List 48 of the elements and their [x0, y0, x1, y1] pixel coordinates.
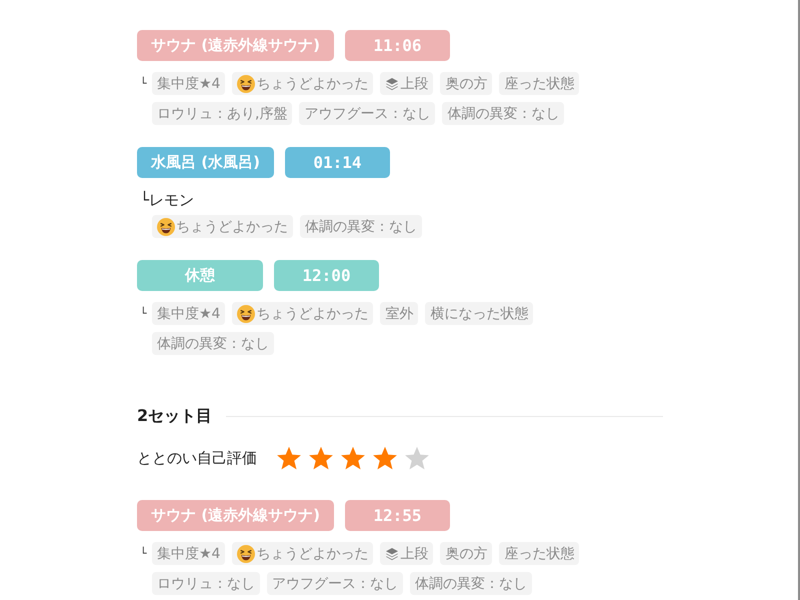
duration-label: 01:14	[284, 147, 390, 178]
star-icon	[372, 446, 398, 470]
step-type-label: サウナ (遠赤外線サウナ)	[137, 500, 334, 531]
tag: 体調の異変：なし	[152, 332, 274, 355]
star-icon	[308, 446, 334, 470]
tag-text: ちょうどよかった	[256, 544, 368, 562]
branch-mark: └	[139, 546, 148, 562]
tag-text: 上段	[400, 544, 428, 562]
branch-mark: └	[139, 306, 148, 322]
laughing-face-icon	[237, 74, 256, 92]
set-title: 2セット目	[137, 406, 212, 426]
tag: 座った状態	[499, 72, 580, 95]
rating-label: ととのい自己評価	[137, 448, 258, 468]
duration-label: 11:06	[344, 30, 450, 61]
tag: 室外	[380, 302, 418, 325]
tag: 集中度★4	[152, 72, 226, 95]
laughing-face-icon	[237, 544, 256, 562]
duration-label: 12:00	[274, 260, 379, 291]
layers-icon	[385, 76, 400, 90]
tag-text: ちょうどよかった	[256, 304, 368, 322]
tag: 体調の異変：なし	[410, 572, 532, 595]
tag: アウフグース：なし	[267, 572, 403, 595]
tag: 体調の異変：なし	[442, 102, 564, 125]
tag: 体調の異変：なし	[300, 215, 422, 238]
tag-text: ちょうどよかった	[256, 74, 368, 92]
tag: 集中度★4	[152, 302, 226, 325]
tag: アウフグース：なし	[299, 102, 436, 125]
tag: 座った状態	[499, 542, 580, 565]
tag: 横になった状態	[425, 302, 534, 325]
step-type-label: 休憩	[137, 260, 263, 291]
tag: 集中度★4	[152, 542, 226, 565]
laughing-face-icon	[157, 218, 175, 236]
note-text: └レモン	[140, 190, 194, 210]
star-icon	[404, 446, 430, 470]
step-type-label: 水風呂 (水風呂)	[137, 147, 274, 178]
star-icon	[340, 446, 366, 470]
tag: ロウリュ：あり,序盤	[152, 102, 292, 125]
tag: 奥の方	[440, 72, 492, 95]
tag: 奥の方	[440, 542, 492, 565]
laughing-face-icon	[237, 304, 256, 322]
layers-icon	[385, 546, 400, 560]
step-type-label: サウナ (遠赤外線サウナ)	[137, 30, 334, 61]
branch-mark: └	[139, 76, 148, 92]
duration-label: 12:55	[344, 500, 450, 531]
tag: ロウリュ：なし	[152, 572, 260, 595]
tag-text: ちょうどよかった	[176, 218, 288, 236]
tag-text: 上段	[400, 74, 428, 92]
star-icon	[276, 446, 302, 470]
